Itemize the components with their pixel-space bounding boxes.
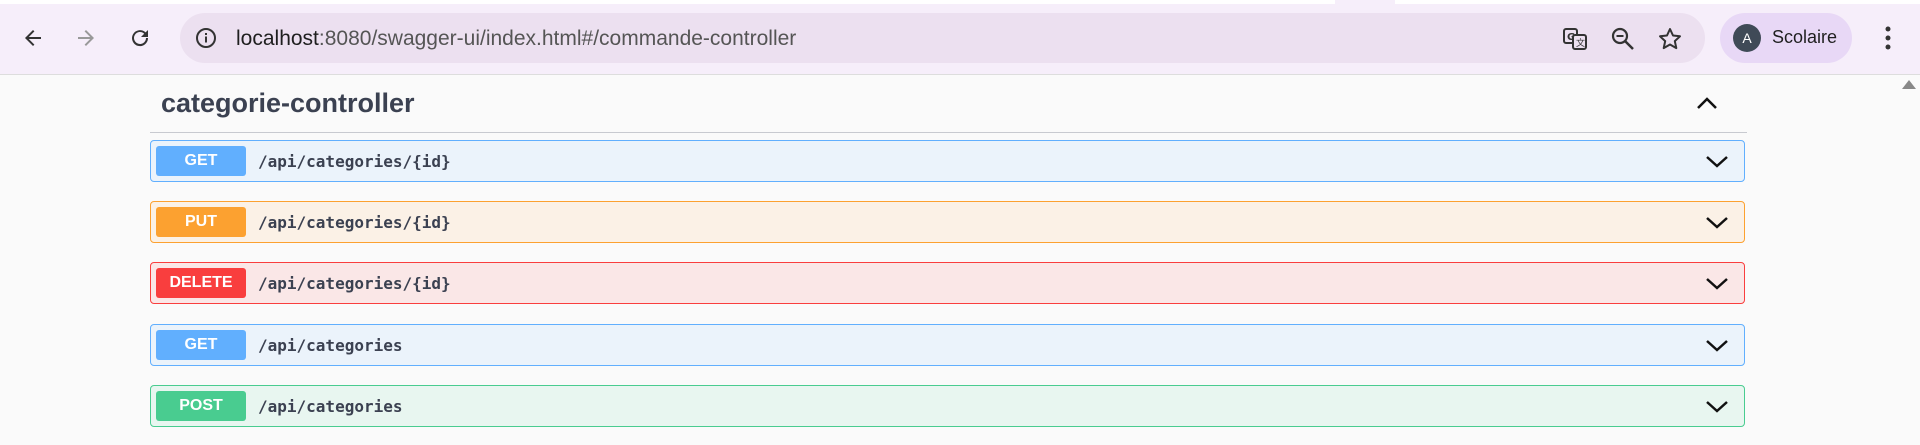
operation-path: /api/categories/{id} bbox=[258, 152, 451, 171]
star-bookmark-icon[interactable] bbox=[1657, 26, 1683, 52]
profile-button[interactable]: A Scolaire bbox=[1720, 13, 1852, 63]
info-icon[interactable] bbox=[194, 26, 218, 50]
operation-row[interactable]: DELETE/api/categories/{id} bbox=[150, 262, 1745, 304]
reload-button[interactable] bbox=[120, 18, 160, 58]
operation-row[interactable]: GET/api/categories bbox=[150, 324, 1745, 366]
operation-row[interactable]: PUT/api/categories/{id} bbox=[150, 201, 1745, 243]
operation-path: /api/categories bbox=[258, 336, 403, 355]
avatar: A bbox=[1733, 24, 1761, 52]
section-divider bbox=[150, 132, 1747, 133]
operation-row[interactable]: POST/api/categories bbox=[150, 385, 1745, 427]
operation-path: /api/categories bbox=[258, 397, 403, 416]
back-button[interactable] bbox=[13, 18, 53, 58]
tab-strip-edge bbox=[1395, 0, 1920, 4]
method-badge: PUT bbox=[156, 207, 246, 237]
chevron-down-icon[interactable] bbox=[1703, 147, 1731, 175]
tab-strip-edge bbox=[0, 0, 1335, 4]
toolbar-divider bbox=[0, 74, 1920, 75]
operation-path: /api/categories/{id} bbox=[258, 274, 451, 293]
translate-icon[interactable]: G文 bbox=[1562, 26, 1588, 52]
forward-button[interactable] bbox=[66, 18, 106, 58]
reload-icon bbox=[132, 30, 149, 47]
method-badge: DELETE bbox=[156, 268, 246, 298]
url-text[interactable]: localhost:8080/swagger-ui/index.html#/co… bbox=[236, 27, 796, 51]
chevron-down-icon[interactable] bbox=[1703, 208, 1731, 236]
address-bar[interactable]: localhost:8080/swagger-ui/index.html#/co… bbox=[180, 13, 1705, 63]
operation-row[interactable]: GET/api/categories/{id} bbox=[150, 140, 1745, 182]
svg-text:文: 文 bbox=[1576, 37, 1585, 49]
url-host: localhost bbox=[236, 27, 319, 50]
scrollbar-up-arrow[interactable] bbox=[1902, 80, 1916, 89]
kebab-menu-icon[interactable] bbox=[1870, 20, 1906, 56]
method-badge: GET bbox=[156, 146, 246, 176]
chevron-down-icon[interactable] bbox=[1703, 392, 1731, 420]
method-badge: POST bbox=[156, 391, 246, 421]
operation-path: /api/categories/{id} bbox=[258, 213, 451, 232]
browser-toolbar: localhost:8080/swagger-ui/index.html#/co… bbox=[0, 0, 1920, 74]
profile-name: Scolaire bbox=[1772, 27, 1838, 47]
chevron-up-icon[interactable] bbox=[1694, 90, 1720, 116]
arrow-right-icon bbox=[78, 30, 94, 46]
zoom-icon[interactable] bbox=[1610, 26, 1636, 52]
chevron-down-icon[interactable] bbox=[1703, 331, 1731, 359]
url-path: :8080/swagger-ui/index.html#/commande-co… bbox=[318, 27, 797, 50]
method-badge: GET bbox=[156, 330, 246, 360]
section-title[interactable]: categorie-controller bbox=[161, 88, 415, 119]
chevron-down-icon[interactable] bbox=[1703, 269, 1731, 297]
arrow-left-icon bbox=[25, 30, 41, 46]
